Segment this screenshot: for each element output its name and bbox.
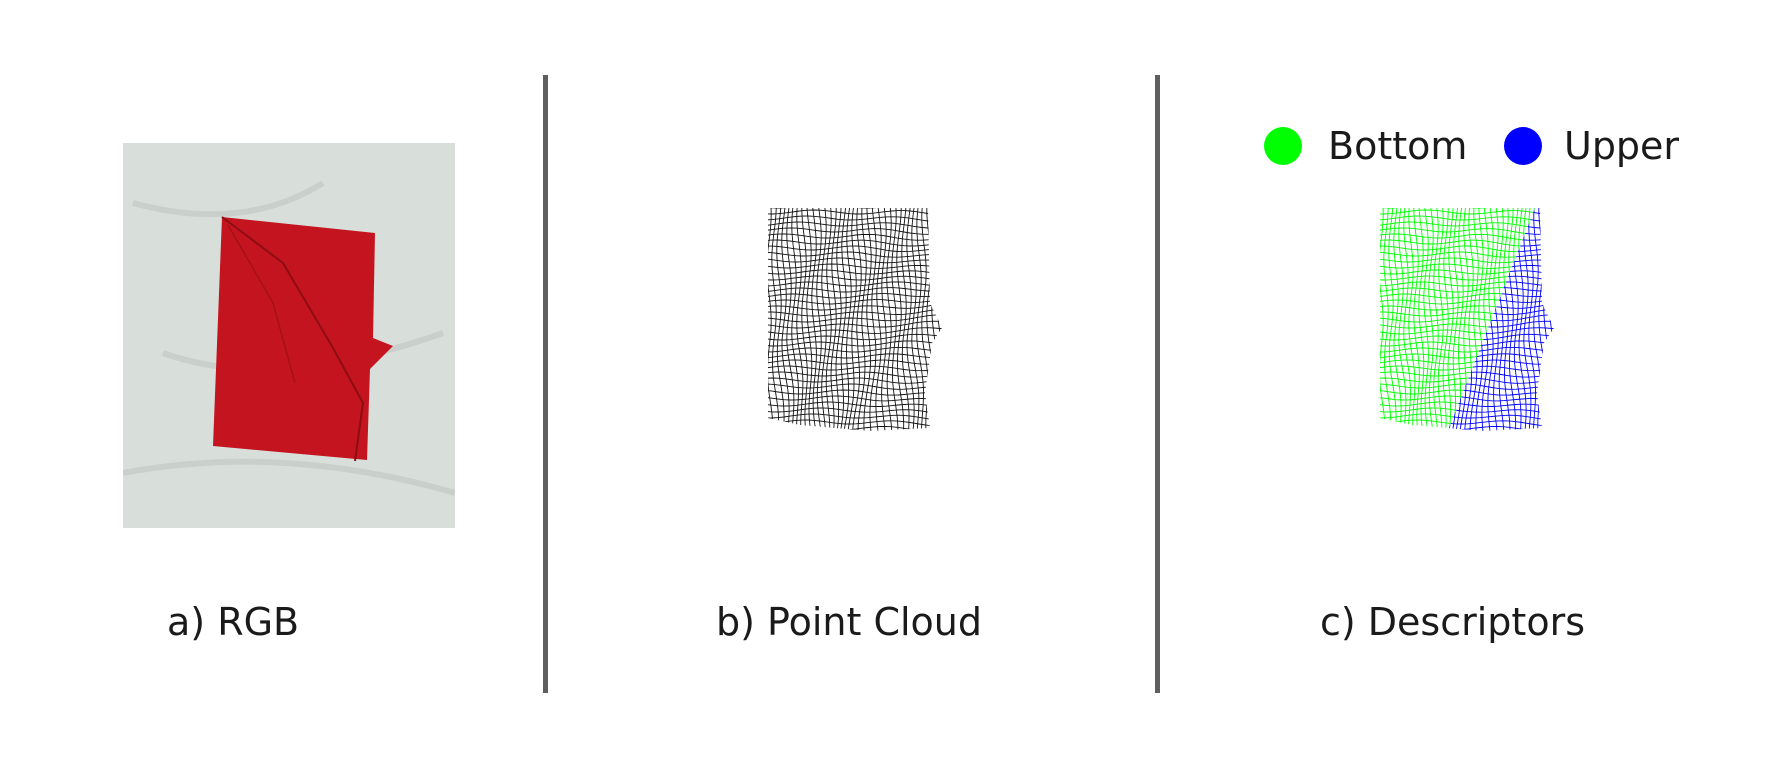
- mesh-strand: [768, 425, 942, 431]
- mesh-strand: [768, 208, 774, 431]
- mesh-strand: [1487, 208, 1494, 431]
- mesh-strand: [768, 371, 942, 378]
- point-cloud-render: [760, 203, 960, 433]
- mesh-strand: [768, 269, 942, 276]
- red-cloth: [213, 217, 393, 460]
- mesh-strand: [1380, 327, 1537, 335]
- mesh-strand: [768, 327, 942, 335]
- descriptor-render: [1372, 203, 1572, 433]
- legend-bottom-swatch: [1264, 127, 1302, 165]
- mesh-strand: [1380, 320, 1537, 329]
- mesh-strand: [776, 208, 785, 431]
- mesh-strand: [906, 208, 915, 431]
- point-cloud-mesh: [762, 203, 952, 431]
- mesh-strand: [1374, 203, 1379, 431]
- mesh-strand: [1475, 208, 1484, 431]
- mesh-strand: [768, 215, 942, 223]
- caption-point-cloud: b) Point Cloud: [716, 600, 982, 644]
- point-cloud-drawing: [762, 203, 952, 431]
- mesh-strand: [941, 208, 942, 431]
- mesh-strand: [926, 208, 933, 431]
- mesh-strand: [1493, 208, 1499, 431]
- panel-divider-right: [1155, 75, 1160, 693]
- mesh-strand: [1380, 208, 1537, 209]
- panel-divider-left: [543, 75, 548, 693]
- mesh-strand: [768, 251, 942, 259]
- mesh-strand: [1380, 395, 1537, 404]
- mesh-strand: [768, 419, 942, 427]
- mesh-strand: [768, 389, 942, 397]
- mesh-strand: [881, 208, 887, 431]
- mesh-strand: [1544, 203, 1549, 431]
- caption-descriptors: c) Descriptors: [1320, 600, 1585, 644]
- mesh-strand: [1548, 208, 1554, 431]
- bottom-layer-mesh: [1374, 203, 1564, 431]
- mesh-strand: [1549, 203, 1554, 431]
- mesh-strand: [762, 203, 767, 431]
- mesh-strand: [1380, 209, 1537, 216]
- mesh-strand: [1380, 233, 1537, 241]
- mesh-strand: [1380, 401, 1537, 411]
- mesh-strand: [768, 281, 942, 287]
- mesh-strand: [1559, 203, 1564, 431]
- mesh-strand: [852, 208, 862, 431]
- mesh-strand: [947, 203, 952, 431]
- mesh-strand: [1464, 208, 1474, 431]
- mesh-strand: [1543, 208, 1550, 431]
- mesh-strand: [1380, 340, 1537, 347]
- mesh-strand: [1374, 203, 1379, 431]
- mesh-strand: [936, 208, 942, 431]
- mesh-strand: [1539, 203, 1545, 431]
- mesh-strand: [863, 208, 872, 431]
- mesh-strand: [1447, 208, 1554, 209]
- mesh-strand: [768, 314, 942, 323]
- legend-upper-swatch: [1504, 127, 1542, 165]
- mesh-strand: [1380, 269, 1537, 276]
- mesh-strand: [1447, 425, 1554, 431]
- caption-rgb: a) RGB: [167, 600, 300, 644]
- mesh-strand: [1554, 203, 1558, 431]
- mesh-strand: [1553, 208, 1554, 431]
- mesh-strand: [1559, 203, 1564, 431]
- legend-bottom-label: Bottom: [1328, 124, 1468, 168]
- mesh-strand: [875, 208, 882, 431]
- mesh-strand: [857, 208, 867, 431]
- mesh-strand: [1380, 215, 1537, 223]
- mesh-strand: [768, 320, 942, 329]
- mesh-strand: [1447, 269, 1554, 276]
- descriptor-drawing: [1374, 203, 1564, 431]
- mesh-strand: [931, 208, 938, 431]
- upper-layer-mesh: [1374, 203, 1564, 431]
- mesh-strand: [768, 209, 942, 216]
- mesh-strand: [1380, 208, 1386, 431]
- mesh-strand: [1493, 208, 1499, 431]
- mesh-strand: [1388, 208, 1397, 431]
- mesh-strand: [1518, 208, 1527, 431]
- mesh-strand: [1447, 320, 1554, 329]
- mesh-strand: [768, 401, 942, 411]
- mesh-strand: [768, 287, 942, 293]
- mesh-strand: [1538, 208, 1545, 431]
- mesh-strand: [768, 275, 942, 281]
- mesh-strand: [1447, 327, 1554, 335]
- mesh-strand: [768, 233, 942, 241]
- rgb-photo: [123, 143, 455, 528]
- mesh-strand: [768, 395, 942, 404]
- figure: Bottom Upper a) RGB b) Point Cloud c) De…: [0, 0, 1789, 773]
- mesh-strand: [768, 353, 942, 359]
- mesh-strand: [901, 208, 910, 431]
- mesh-strand: [869, 208, 877, 431]
- mesh-strand: [768, 340, 942, 347]
- mesh-strand: [768, 346, 942, 353]
- mesh-strand: [768, 208, 942, 209]
- legend-upper-label: Upper: [1564, 124, 1680, 168]
- rgb-photo-drawing: [123, 143, 455, 528]
